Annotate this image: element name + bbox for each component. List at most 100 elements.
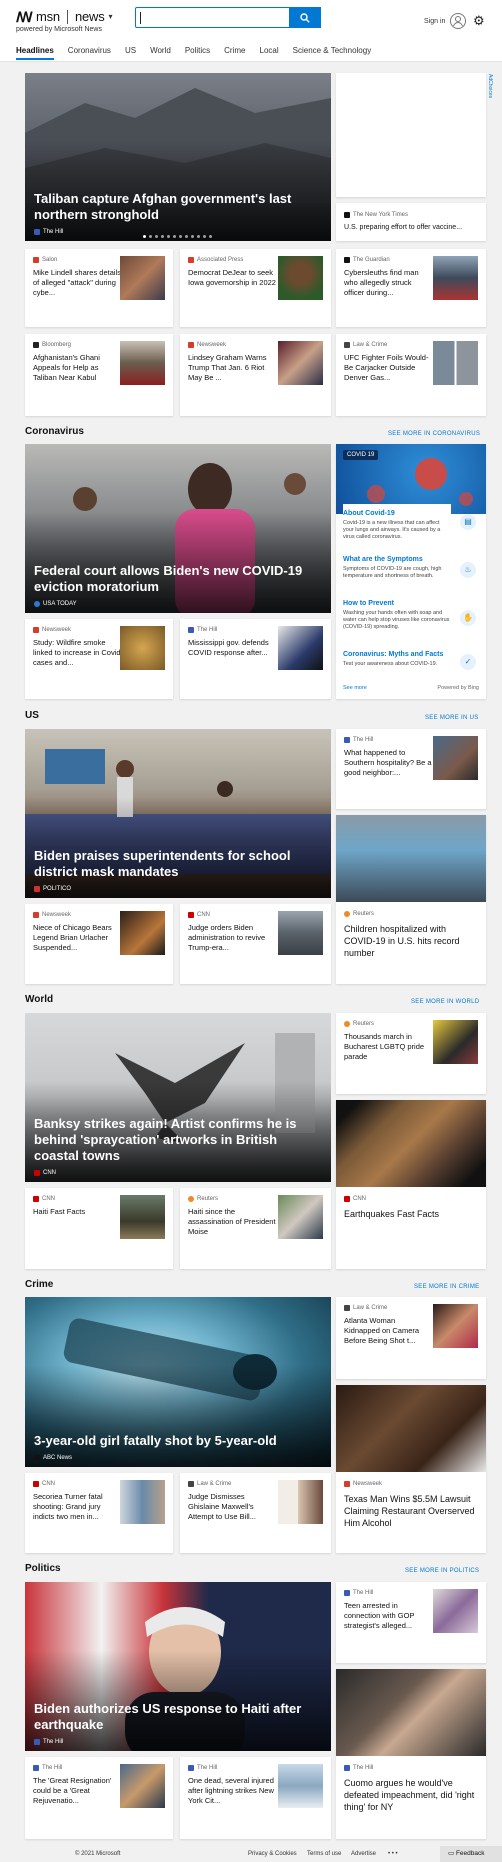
more-links-icon[interactable]: • • • (388, 1851, 398, 1857)
card-title[interactable]: Judge orders Biden administration to rev… (188, 923, 276, 953)
card-title[interactable]: Haiti Fast Facts (33, 1207, 121, 1217)
news-card-tall[interactable]: Reuters Children hospitalized with COVID… (336, 815, 486, 984)
news-card-tall[interactable]: CNN Earthquakes Fast Facts (336, 1100, 486, 1269)
politics-hero-card[interactable]: Biden authorizes US response to Haiti af… (25, 1582, 331, 1751)
card-title[interactable]: U.S. preparing effort to offer vaccine..… (344, 224, 462, 231)
card-title[interactable]: Secoriea Turner fatal shooting: Grand ju… (33, 1492, 121, 1522)
msn-logo[interactable]: ꟿ msn news ▾ (16, 9, 113, 24)
news-card[interactable]: Reuters Haiti since the assassination of… (180, 1188, 331, 1269)
world-hero-card[interactable]: Banksy strikes again! Artist confirms he… (25, 1013, 331, 1182)
covid-item-title[interactable]: Coronavirus: Myths and Facts (343, 651, 451, 658)
card-title[interactable]: UFC Fighter Foils Would-Be Carjacker Out… (344, 353, 432, 383)
carousel-dots[interactable] (143, 235, 212, 238)
search-button[interactable] (289, 7, 321, 28)
hero-headline[interactable]: Taliban capture Afghan government's last… (34, 191, 319, 223)
covid-see-more-link[interactable]: See more (343, 685, 367, 691)
tab-us[interactable]: US (125, 46, 136, 60)
chevron-down-icon[interactable]: ▾ (109, 12, 113, 21)
us-hero-card[interactable]: Biden praises superintendents for school… (25, 729, 331, 898)
hero-headline[interactable]: Biden authorizes US response to Haiti af… (34, 1701, 319, 1733)
card-title[interactable]: Texas Man Wins $5.5M Lawsuit Claiming Re… (344, 1493, 478, 1529)
news-card[interactable]: The Hill Mississippi gov. defends COVID … (180, 619, 331, 699)
news-card[interactable]: Newsweek Study: Wildfire smoke linked to… (25, 619, 173, 699)
news-card[interactable]: Newsweek Niece of Chicago Bears Legend B… (25, 904, 173, 984)
card-title[interactable]: Mississippi gov. defends COVID response … (188, 638, 276, 658)
tab-crime[interactable]: Crime (224, 46, 245, 60)
tab-local[interactable]: Local (260, 46, 279, 60)
card-title[interactable]: Study: Wildfire smoke linked to increase… (33, 638, 121, 668)
card-title[interactable]: Haiti since the assassination of Preside… (188, 1207, 276, 1237)
card-title[interactable]: Mike Lindell shares details of alleged "… (33, 268, 121, 298)
covid-item-about[interactable]: About Covid-19 Covid-19 is a new illness… (343, 504, 451, 541)
news-card[interactable]: Law & Crime Atlanta Woman Kidnapped on C… (336, 1297, 486, 1379)
adchoices-link[interactable]: AdChoices (487, 74, 493, 98)
coronavirus-hero-card[interactable]: Federal court allows Biden's new COVID-1… (25, 444, 331, 613)
avatar[interactable] (450, 13, 466, 29)
card-title[interactable]: Democrat DeJear to seek Iowa governorshi… (188, 268, 276, 288)
news-card[interactable]: Associated Press Democrat DeJear to seek… (180, 249, 331, 327)
ad-slot[interactable] (336, 73, 486, 197)
news-card[interactable]: The Guardian Cybersleuths find man who a… (336, 249, 486, 327)
news-card[interactable]: CNN Haiti Fast Facts (25, 1188, 173, 1269)
news-card[interactable]: The Hill Teen arrested in connection wit… (336, 1582, 486, 1663)
card-title[interactable]: Cuomo argues he would've defeated impeac… (344, 1777, 478, 1813)
card-title[interactable]: Cybersleuths find man who allegedly stru… (344, 268, 432, 298)
news-card[interactable]: The Hill What happened to Southern hospi… (336, 729, 486, 809)
card-title[interactable]: The 'Great Resignation' could be a 'Grea… (33, 1776, 121, 1806)
news-card-tall[interactable]: The Hill Cuomo argues he would've defeat… (336, 1669, 486, 1839)
card-source-label: Reuters (353, 911, 375, 917)
covid-item-symptoms[interactable]: What are the Symptoms Symptoms of COVID-… (343, 556, 451, 580)
hero-headline[interactable]: 3-year-old girl fatally shot by 5-year-o… (34, 1433, 319, 1449)
news-card[interactable]: CNN Judge orders Biden administration to… (180, 904, 331, 984)
see-more-coronavirus[interactable]: SEE MORE IN CORONAVIRUS (388, 431, 480, 437)
tab-headlines[interactable]: Headlines (16, 46, 54, 60)
news-card[interactable]: Bloomberg Afghanistan's Ghani Appeals fo… (25, 334, 173, 416)
gear-icon[interactable]: ⚙ (473, 13, 485, 29)
news-card[interactable]: Law & Crime UFC Fighter Foils Would-Be C… (336, 334, 486, 416)
card-title[interactable]: Thousands march in Bucharest LGBTQ pride… (344, 1032, 432, 1062)
advertise-link[interactable]: Advertise (351, 1851, 376, 1857)
tab-coronavirus[interactable]: Coronavirus (68, 46, 111, 60)
sign-in-link[interactable]: Sign in (424, 18, 445, 25)
see-more-us[interactable]: SEE MORE IN US (425, 715, 479, 721)
covid-item-myths[interactable]: Coronavirus: Myths and Facts Test your a… (343, 651, 451, 668)
covid-item-prevent[interactable]: How to Prevent Washing your hands often … (343, 600, 451, 631)
tab-science-technology[interactable]: Science & Technology (293, 46, 372, 60)
hero-headline[interactable]: Federal court allows Biden's new COVID-1… (34, 563, 319, 595)
card-title[interactable]: Teen arrested in connection with GOP str… (344, 1601, 432, 1631)
hero-headline[interactable]: Biden praises superintendents for school… (34, 848, 319, 880)
news-card[interactable]: CNN Secoriea Turner fatal shooting: Gran… (25, 1473, 173, 1553)
covid-item-title[interactable]: About Covid-19 (343, 510, 451, 517)
card-title[interactable]: What happened to Southern hospitality? B… (344, 748, 432, 778)
covid-item-title[interactable]: How to Prevent (343, 600, 451, 607)
feedback-button[interactable]: ▭ Feedback (440, 1846, 502, 1862)
tab-world[interactable]: World (150, 46, 171, 60)
headline-side-card[interactable]: The New York Times U.S. preparing effort… (336, 203, 486, 241)
news-card[interactable]: Reuters Thousands march in Bucharest LGB… (336, 1013, 486, 1094)
see-more-crime[interactable]: SEE MORE IN CRIME (414, 1284, 479, 1290)
tab-politics[interactable]: Politics (185, 46, 210, 60)
card-title[interactable]: Afghanistan's Ghani Appeals for Help as … (33, 353, 121, 383)
terms-link[interactable]: Terms of use (307, 1851, 341, 1857)
see-more-world[interactable]: SEE MORE IN WORLD (411, 999, 479, 1005)
card-title[interactable]: One dead, several injured after lightnin… (188, 1776, 276, 1806)
hero-headline[interactable]: Banksy strikes again! Artist confirms he… (34, 1116, 319, 1164)
card-title[interactable]: Earthquakes Fast Facts (344, 1208, 478, 1220)
card-title[interactable]: Niece of Chicago Bears Legend Brian Urla… (33, 923, 121, 953)
news-card[interactable]: Salon Mike Lindell shares details of all… (25, 249, 173, 327)
news-card-tall[interactable]: Newsweek Texas Man Wins $5.5M Lawsuit Cl… (336, 1385, 486, 1553)
card-title[interactable]: Atlanta Woman Kidnapped on Camera Before… (344, 1316, 432, 1346)
card-title[interactable]: Lindsey Graham Warns Trump That Jan. 6 R… (188, 353, 276, 383)
news-card[interactable]: Law & Crime Judge Dismisses Ghislaine Ma… (180, 1473, 331, 1553)
privacy-link[interactable]: Privacy & Cookies (248, 1851, 297, 1857)
crime-hero-card[interactable]: 3-year-old girl fatally shot by 5-year-o… (25, 1297, 331, 1467)
nav-tabs: Headlines Coronavirus US World Politics … (16, 46, 385, 60)
card-title[interactable]: Children hospitalized with COVID-19 in U… (344, 923, 478, 959)
news-card[interactable]: The Hill One dead, several injured after… (180, 1757, 331, 1839)
covid-item-title[interactable]: What are the Symptoms (343, 556, 451, 563)
news-card[interactable]: The Hill The 'Great Resignation' could b… (25, 1757, 173, 1839)
card-title[interactable]: Judge Dismisses Ghislaine Maxwell's Atte… (188, 1492, 276, 1522)
see-more-politics[interactable]: SEE MORE IN POLITICS (405, 1568, 479, 1574)
headline-hero-card[interactable]: Taliban capture Afghan government's last… (25, 73, 331, 241)
news-card[interactable]: Newsweek Lindsey Graham Warns Trump That… (180, 334, 331, 416)
